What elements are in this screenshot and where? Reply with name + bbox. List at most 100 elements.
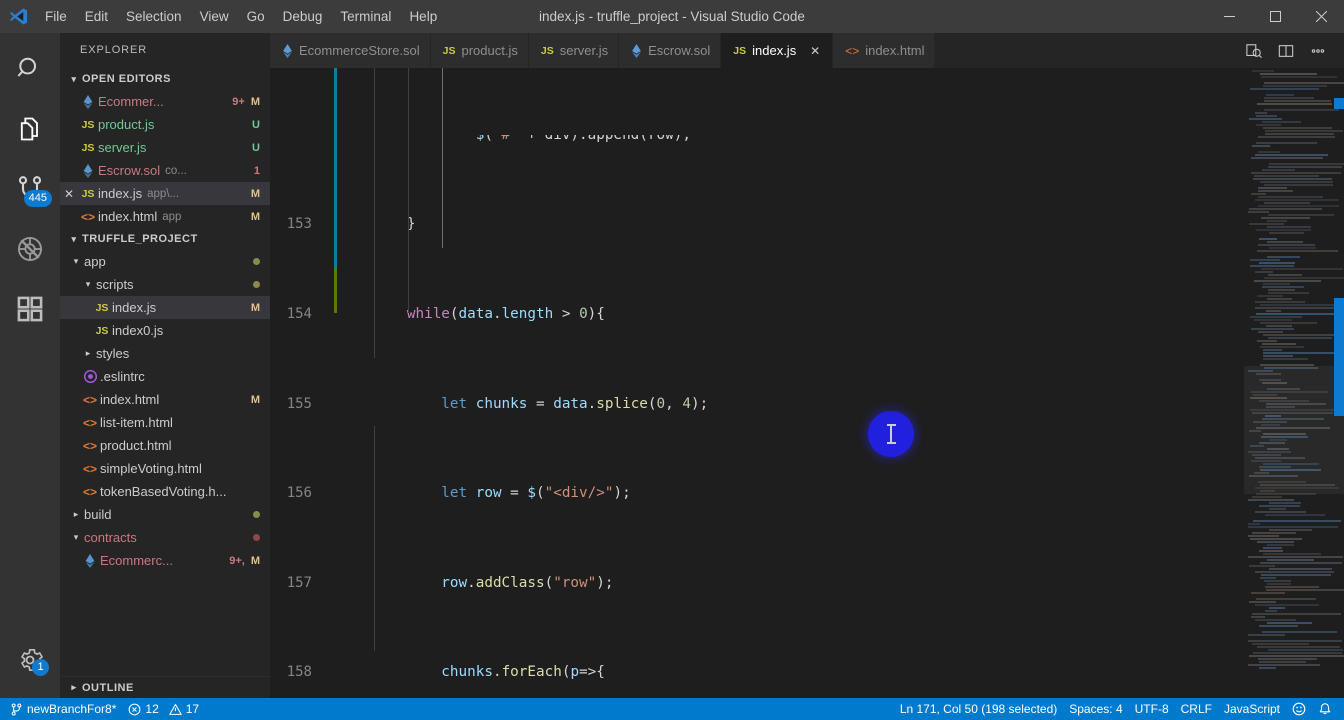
minimap-line bbox=[1264, 97, 1314, 99]
close-icon[interactable]: ✕ bbox=[60, 187, 78, 201]
split-editor-icon[interactable] bbox=[1270, 33, 1302, 68]
section-open-editors[interactable]: ▾ OPEN EDITORS bbox=[60, 68, 270, 90]
minimap-line bbox=[1258, 244, 1315, 246]
status-problems[interactable]: 12 17 bbox=[122, 698, 205, 720]
minimap-line bbox=[1258, 187, 1287, 189]
tree-item-eslintrc[interactable]: .eslintrc bbox=[60, 365, 270, 388]
section-outline[interactable]: ▸ OUTLINE bbox=[60, 676, 270, 698]
source-control-branch-icon bbox=[10, 702, 23, 716]
status-branch[interactable]: newBranchFor8* bbox=[4, 698, 122, 720]
more-actions-icon[interactable] bbox=[1302, 33, 1334, 68]
files-explorer-icon[interactable] bbox=[0, 99, 60, 159]
tree-item-index-js[interactable]: JS index.js M bbox=[60, 296, 270, 319]
menu-terminal[interactable]: Terminal bbox=[331, 0, 400, 33]
status-eol[interactable]: CRLF bbox=[1175, 698, 1218, 720]
list-item[interactable]: Escrow.sol co... 1 bbox=[60, 159, 270, 182]
minimap-line bbox=[1268, 649, 1343, 651]
minimap-line bbox=[1256, 142, 1317, 144]
minimap-line bbox=[1260, 346, 1304, 348]
minimap-line bbox=[1257, 250, 1338, 252]
list-item[interactable]: JS product.js U bbox=[60, 113, 270, 136]
editor-viewport[interactable]: $("#" + div).append(row); 153 } 154 whil… bbox=[270, 68, 1344, 698]
open-changes-icon[interactable] bbox=[1238, 33, 1270, 68]
chevron-down-icon: ▾ bbox=[71, 73, 77, 84]
minimap-line bbox=[1252, 532, 1296, 534]
tree-item-product-html[interactable]: <> product.html bbox=[60, 434, 270, 457]
tree-label: index.html bbox=[100, 392, 160, 407]
tree-item-scripts[interactable]: ▾ scripts bbox=[60, 273, 270, 296]
minimap-line bbox=[1259, 505, 1300, 507]
menu-debug[interactable]: Debug bbox=[274, 0, 332, 33]
tab-index-html[interactable]: <> index.html bbox=[833, 33, 936, 68]
tab-ecommercestore-sol[interactable]: EcommerceStore.sol bbox=[270, 33, 431, 68]
code-scroll-area[interactable]: $("#" + div).append(row); 153 } 154 whil… bbox=[270, 68, 1244, 698]
tab-escrow-sol[interactable]: Escrow.sol bbox=[619, 33, 722, 68]
bell-icon[interactable] bbox=[1312, 698, 1338, 720]
tree-item-token-voting-html[interactable]: <> tokenBasedVoting.h... bbox=[60, 480, 270, 503]
html-icon: <> bbox=[845, 43, 860, 58]
list-item[interactable]: JS server.js U bbox=[60, 136, 270, 159]
code-line: 158 chunks.forEach(p=>{ bbox=[270, 661, 1244, 683]
minimap-line bbox=[1251, 616, 1265, 618]
scrollbar-thumb[interactable] bbox=[1334, 298, 1344, 416]
tree-item-app[interactable]: ▾ app bbox=[60, 250, 270, 273]
minimap-line bbox=[1260, 181, 1333, 183]
section-truffle-project[interactable]: ▾ TRUFFLE_PROJECT bbox=[60, 228, 270, 250]
tab-server-js[interactable]: JS server.js bbox=[528, 33, 620, 68]
menu-selection[interactable]: Selection bbox=[117, 0, 191, 33]
tab-label: product.js bbox=[461, 43, 518, 58]
tree-item-index0-js[interactable]: JS index0.js bbox=[60, 319, 270, 342]
menu-go[interactable]: Go bbox=[238, 0, 274, 33]
minimap-line bbox=[1263, 355, 1293, 357]
tab-bar: EcommerceStore.sol JS product.js JS serv… bbox=[270, 33, 1344, 68]
close-button[interactable] bbox=[1298, 0, 1344, 33]
minimap-line bbox=[1248, 211, 1269, 213]
minimap-line bbox=[1269, 502, 1301, 504]
js-icon: JS bbox=[540, 44, 554, 57]
status-cursor-position[interactable]: Ln 171, Col 50 (198 selected) bbox=[894, 698, 1063, 720]
smiley-icon[interactable] bbox=[1286, 698, 1312, 720]
error-icon bbox=[128, 703, 141, 716]
minimap-line bbox=[1265, 610, 1277, 612]
minimap-line bbox=[1267, 298, 1292, 300]
debug-no-icon[interactable] bbox=[0, 219, 60, 279]
minimap-line bbox=[1262, 343, 1296, 345]
code-content[interactable]: $("#" + div).append(row); 153 } 154 whil… bbox=[270, 68, 1244, 698]
menu-view[interactable]: View bbox=[191, 0, 238, 33]
tab-index-js[interactable]: JS index.js ✕ bbox=[721, 33, 834, 68]
open-editors-list: Ecommer... 9+ M JS product.js U JS serve… bbox=[60, 90, 270, 228]
status-indentation[interactable]: Spaces: 4 bbox=[1063, 698, 1128, 720]
sidebar-explorer: EXPLORER ▾ OPEN EDITORS Ecommer... 9+ M bbox=[60, 33, 270, 698]
status-language-mode[interactable]: JavaScript bbox=[1218, 698, 1286, 720]
menu-file[interactable]: File bbox=[36, 0, 76, 33]
list-item[interactable]: Ecommer... 9+ M bbox=[60, 90, 270, 113]
tree-item-simple-voting-html[interactable]: <> simpleVoting.html bbox=[60, 457, 270, 480]
list-item[interactable]: ✕ JS index.js app\... M bbox=[60, 182, 270, 205]
status-encoding[interactable]: UTF-8 bbox=[1129, 698, 1175, 720]
settings-gear-icon[interactable]: 1 bbox=[0, 630, 60, 690]
tree-item-list-item-html[interactable]: <> list-item.html bbox=[60, 411, 270, 434]
html-icon: <> bbox=[82, 392, 97, 407]
menu-edit[interactable]: Edit bbox=[76, 0, 117, 33]
tree-item-build[interactable]: ▸ build bbox=[60, 503, 270, 526]
tree-item-ecommerce-sol[interactable]: Ecommerc... 9+, M bbox=[60, 549, 270, 572]
minimize-button[interactable] bbox=[1206, 0, 1252, 33]
modified-dot-icon bbox=[253, 511, 260, 518]
minimap-line bbox=[1265, 586, 1319, 588]
tree-item-contracts[interactable]: ▾ contracts bbox=[60, 526, 270, 549]
tab-product-js[interactable]: JS product.js bbox=[430, 33, 529, 68]
close-icon[interactable]: ✕ bbox=[808, 44, 822, 58]
minimap[interactable] bbox=[1244, 68, 1344, 698]
tree-item-index-html[interactable]: <> index.html M bbox=[60, 388, 270, 411]
menu-help[interactable]: Help bbox=[400, 0, 446, 33]
source-control-icon[interactable]: 445 bbox=[0, 159, 60, 219]
row-badges: M bbox=[251, 211, 270, 223]
list-item[interactable]: <> index.html app M bbox=[60, 205, 270, 228]
search-icon[interactable] bbox=[0, 39, 60, 99]
settings-badge: 1 bbox=[32, 659, 49, 676]
tree-item-styles[interactable]: ▸ styles bbox=[60, 342, 270, 365]
minimap-line bbox=[1252, 613, 1341, 615]
extensions-icon[interactable] bbox=[0, 279, 60, 339]
minimap-slider[interactable] bbox=[1244, 366, 1344, 494]
maximize-button[interactable] bbox=[1252, 0, 1298, 33]
